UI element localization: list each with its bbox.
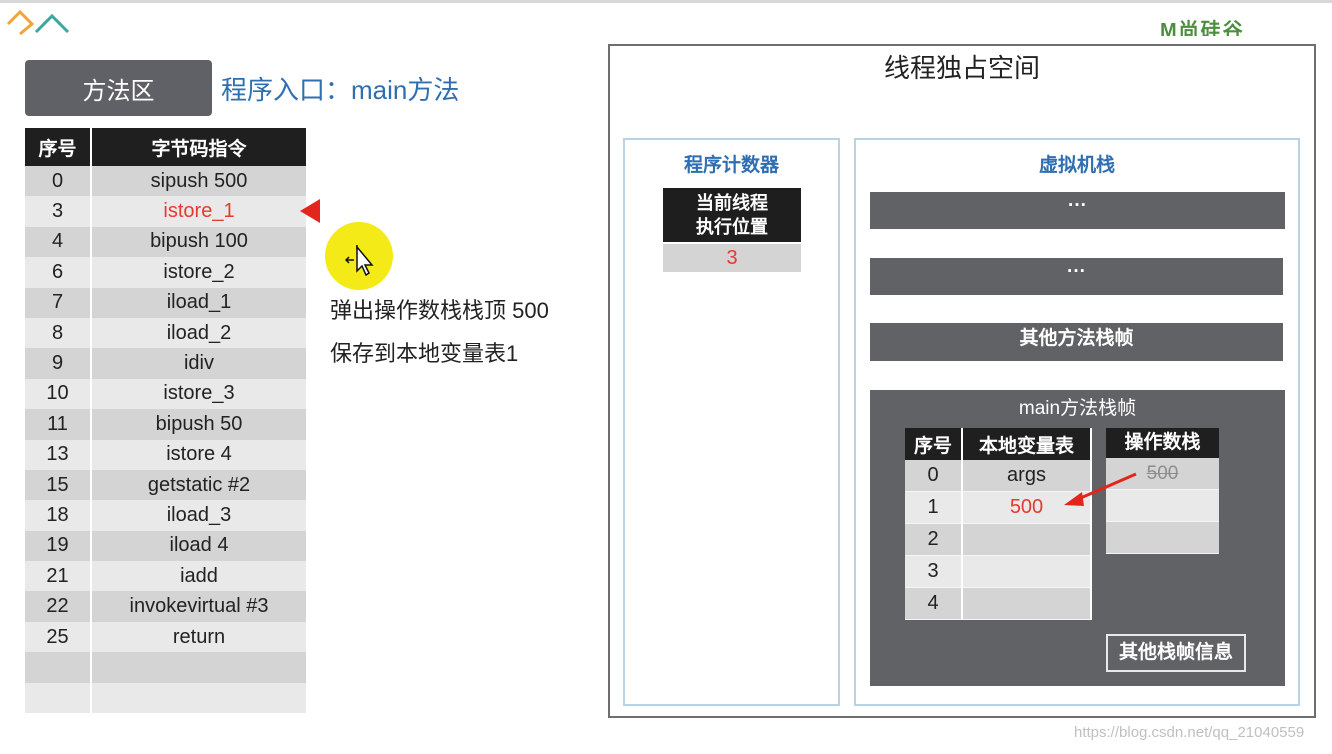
row-instruction: iload_2 bbox=[91, 317, 308, 349]
program-counter-header-line2: 执行位置 bbox=[696, 217, 768, 237]
row-instruction: sipush 500 bbox=[91, 166, 308, 197]
thread-space-title: 线程独占空间 bbox=[883, 53, 1040, 83]
local-value bbox=[962, 555, 1092, 588]
other-method-frames: 其他方法栈帧 bbox=[870, 323, 1283, 361]
table-row: 10 istore_3 bbox=[25, 378, 308, 410]
row-instruction: bipush 50 bbox=[91, 409, 308, 440]
stack-frame-2: ··· bbox=[870, 258, 1283, 295]
current-instruction-pointer-icon bbox=[300, 199, 320, 223]
row-seq: 10 bbox=[25, 378, 92, 410]
local-seq: 0 bbox=[905, 460, 963, 492]
row-seq: 19 bbox=[25, 530, 92, 562]
operand-stack-slot bbox=[1106, 522, 1219, 554]
row-instruction: bipush 100 bbox=[91, 226, 308, 258]
table-row: 22 invokevirtual #3 bbox=[25, 591, 308, 622]
table-row: 8 iload_2 bbox=[25, 317, 308, 349]
top-border bbox=[0, 0, 1332, 3]
table-row: 4 bbox=[905, 587, 1092, 620]
local-seq: 4 bbox=[905, 587, 963, 620]
move-cursor-icon bbox=[345, 245, 374, 277]
row-instruction: istore_2 bbox=[91, 257, 308, 288]
watermark: https://blog.csdn.net/qq_21040559 bbox=[1074, 724, 1305, 741]
row-seq: 18 bbox=[25, 500, 92, 531]
main-method-frame-title: main方法栈帧 bbox=[1018, 398, 1137, 419]
vm-stack-title: 虚拟机栈 bbox=[1038, 155, 1115, 176]
bytecode-table-header: 序号 字节码指令 bbox=[25, 128, 308, 166]
table-row: 3 bbox=[905, 555, 1092, 588]
row-instruction: idiv bbox=[91, 348, 308, 379]
stack-frame-1: ··· bbox=[870, 192, 1285, 229]
table-row: 19 iload 4 bbox=[25, 530, 308, 562]
row-seq: 13 bbox=[25, 439, 92, 470]
local-seq: 1 bbox=[905, 491, 963, 524]
local-variable-table-header: 序号 本地变量表 bbox=[905, 428, 1092, 460]
row-instruction bbox=[91, 652, 308, 683]
row-instruction: istore 4 bbox=[91, 439, 308, 470]
method-area-label: 方法区 bbox=[25, 60, 212, 116]
program-counter-header: 当前线程 执行位置 bbox=[663, 188, 801, 242]
row-seq: 7 bbox=[25, 287, 92, 318]
row-seq: 9 bbox=[25, 348, 92, 379]
table-row bbox=[25, 682, 308, 714]
local-variable-table: 序号 本地变量表 0 args 1 500 2 3 4 bbox=[905, 428, 1092, 620]
other-frame-info: 其他栈帧信息 bbox=[1106, 634, 1246, 672]
local-seq: 3 bbox=[905, 555, 963, 588]
row-seq bbox=[25, 682, 92, 714]
row-instruction: istore_3 bbox=[91, 378, 308, 410]
row-seq: 25 bbox=[25, 621, 92, 653]
note-line-2: 保存到本地变量表1 bbox=[330, 341, 519, 366]
table-row: 9 idiv bbox=[25, 348, 308, 379]
row-seq: 6 bbox=[25, 257, 92, 288]
row-instruction: iload_3 bbox=[91, 500, 308, 531]
row-seq: 15 bbox=[25, 469, 92, 501]
column-header-locals: 本地变量表 bbox=[962, 428, 1092, 460]
row-seq: 3 bbox=[25, 196, 92, 227]
program-counter-title: 程序计数器 bbox=[683, 155, 779, 176]
program-counter-value: 3 bbox=[663, 244, 801, 272]
row-seq bbox=[25, 652, 92, 683]
brand-logo-text: M尚硅谷 bbox=[1160, 20, 1245, 36]
local-value bbox=[962, 587, 1092, 620]
row-instruction: return bbox=[91, 621, 308, 653]
row-seq: 22 bbox=[25, 591, 92, 622]
table-row-current: 3 istore_1 bbox=[25, 196, 308, 227]
table-row: 13 istore 4 bbox=[25, 439, 308, 470]
move-value-arrow-icon bbox=[1064, 472, 1137, 506]
row-instruction: iadd bbox=[91, 561, 308, 592]
table-row: 18 iload_3 bbox=[25, 500, 308, 531]
table-row: 6 istore_2 bbox=[25, 257, 308, 288]
local-value bbox=[962, 523, 1092, 556]
row-instruction: getstatic #2 bbox=[91, 469, 308, 501]
table-row bbox=[25, 652, 308, 683]
table-row: 0 sipush 500 bbox=[25, 166, 308, 197]
note-line-1: 弹出操作数栈栈顶 500 bbox=[330, 298, 549, 323]
row-seq: 4 bbox=[25, 226, 92, 258]
column-header-instruction: 字节码指令 bbox=[91, 128, 308, 166]
row-instruction bbox=[91, 682, 308, 714]
table-row: 21 iadd bbox=[25, 561, 308, 592]
column-header-seq: 序号 bbox=[905, 428, 963, 460]
row-instruction: iload 4 bbox=[91, 530, 308, 562]
table-row: 15 getstatic #2 bbox=[25, 469, 308, 501]
table-row: 25 return bbox=[25, 621, 308, 653]
bytecode-table: 序号 字节码指令 0 sipush 500 3 istore_1 4 bipush 1… bbox=[25, 128, 308, 714]
local-seq: 2 bbox=[905, 523, 963, 556]
row-seq: 8 bbox=[25, 317, 92, 349]
row-instruction: iload_1 bbox=[91, 287, 308, 318]
table-row: 7 iload_1 bbox=[25, 287, 308, 318]
row-seq: 21 bbox=[25, 561, 92, 592]
operand-stack-title: 操作数栈 bbox=[1106, 428, 1219, 458]
row-instruction: istore_1 bbox=[91, 196, 308, 227]
row-instruction: invokevirtual #3 bbox=[91, 591, 308, 622]
brand-logo-icon bbox=[6, 9, 70, 36]
table-row: 4 bipush 100 bbox=[25, 226, 308, 258]
column-header-seq: 序号 bbox=[25, 128, 92, 166]
row-seq: 11 bbox=[25, 409, 92, 440]
program-counter-header-line1: 当前线程 bbox=[696, 193, 768, 213]
row-seq: 0 bbox=[25, 166, 92, 197]
table-row: 2 bbox=[905, 523, 1092, 556]
table-row: 11 bipush 50 bbox=[25, 409, 308, 440]
entry-title: 程序入口：main方法 bbox=[221, 75, 460, 105]
